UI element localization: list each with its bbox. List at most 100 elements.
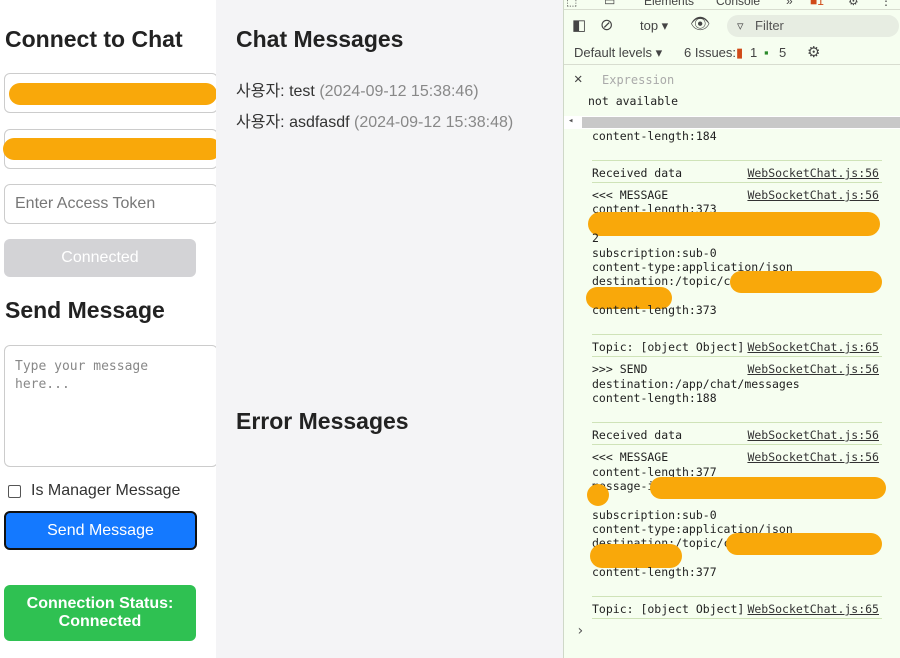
- filter-placeholder: Filter: [755, 18, 784, 33]
- filter-input[interactable]: ▿ Filter: [727, 15, 899, 37]
- log-line: content-length:377: [592, 565, 717, 579]
- connect-button[interactable]: Connected: [4, 239, 196, 277]
- levels-toolbar: Default levels ▾ 6 Issues: ▮ 1 ▪ 5 ⚙: [564, 41, 900, 65]
- context-select[interactable]: top ▾: [640, 18, 668, 34]
- log-line: >>> SEND: [592, 362, 648, 376]
- log-line: content-length:188: [592, 391, 717, 405]
- divider: [592, 182, 882, 183]
- redaction-mark: [3, 138, 221, 160]
- gear-icon[interactable]: ⚙: [848, 0, 859, 8]
- chat-title: Chat Messages: [236, 26, 404, 52]
- log-line: content-length:184: [592, 129, 717, 143]
- log-line: Received data: [592, 166, 683, 180]
- redaction-mark: [730, 271, 882, 293]
- sidebar-icon[interactable]: ◧: [572, 16, 586, 34]
- clear-icon[interactable]: ⊘: [600, 15, 613, 35]
- issue-message-count: 5: [779, 45, 787, 60]
- source-link[interactable]: WebSocketChat.js:56: [747, 362, 879, 376]
- redaction-mark: [9, 83, 217, 105]
- log-line: destination:/topic/chat: [592, 274, 752, 288]
- access-token-input[interactable]: [5, 185, 217, 223]
- expression-value: not available: [588, 94, 679, 108]
- console-prompt[interactable]: ›: [576, 623, 584, 639]
- issue-error-icon: ▮: [736, 45, 744, 60]
- horizontal-scrollbar[interactable]: ◂: [564, 116, 900, 129]
- log-line: subscription:sub-0: [592, 246, 717, 260]
- source-link[interactable]: WebSocketChat.js:56: [747, 188, 879, 202]
- source-link[interactable]: WebSocketChat.js:56: [747, 166, 879, 180]
- divider: [592, 618, 882, 619]
- redaction-mark: [587, 484, 609, 506]
- expression-input[interactable]: Expression: [602, 73, 674, 87]
- menu-icon[interactable]: ⋮: [880, 0, 892, 8]
- devtools-panel: ⬚ ▭ Elements Console » ■1 ⚙ ⋮ ◧ ⊘ top ▾ …: [563, 0, 900, 658]
- connection-status-badge: Connection Status: Connected: [4, 585, 196, 641]
- divider: [592, 596, 882, 597]
- message-timestamp: (2024-09-12 15:38:48): [354, 114, 514, 131]
- message-text: : asdfasdf: [280, 114, 350, 131]
- error-count-badge[interactable]: ■1: [810, 0, 824, 8]
- scroll-thumb[interactable]: [582, 117, 900, 128]
- send-message-button[interactable]: Send Message: [4, 511, 197, 550]
- connect-title: Connect to Chat: [5, 26, 183, 52]
- server-url-field[interactable]: [4, 73, 218, 113]
- more-tabs-icon[interactable]: »: [786, 0, 793, 8]
- inspect-icon[interactable]: ⬚: [566, 0, 577, 8]
- redaction-mark: [726, 533, 882, 555]
- tab-console[interactable]: Console: [716, 0, 760, 8]
- manager-checkbox-row[interactable]: Is Manager Message: [8, 482, 180, 500]
- log-line: Topic: [object Object]: [592, 340, 745, 354]
- console-log: content-length:184 Received data WebSock…: [564, 129, 900, 658]
- devtools-tab-bar: ⬚ ▭ Elements Console » ■1 ⚙ ⋮: [564, 0, 900, 10]
- log-line: 2: [592, 231, 599, 245]
- log-line: Received data: [592, 428, 683, 442]
- access-token-field[interactable]: [4, 184, 218, 224]
- chat-message: 사용자: asdfasdf (2024-09-12 15:38:48): [236, 108, 513, 132]
- log-line: content-length:373: [592, 303, 717, 317]
- levels-select[interactable]: Default levels ▾: [574, 45, 662, 61]
- scroll-left-icon[interactable]: ◂: [568, 116, 573, 126]
- issue-error-count: 1: [750, 45, 758, 60]
- issues-label[interactable]: 6 Issues:: [684, 45, 736, 60]
- issue-message-icon: ▪: [764, 45, 769, 60]
- source-link[interactable]: WebSocketChat.js:65: [747, 340, 879, 354]
- status-value: Connected: [58, 613, 142, 630]
- user-id-field[interactable]: [3, 129, 221, 169]
- source-link[interactable]: WebSocketChat.js:56: [747, 450, 879, 464]
- divider: [592, 160, 882, 161]
- divider: [592, 422, 882, 423]
- message-textarea[interactable]: Type your message here...: [4, 345, 218, 467]
- message-sender: 사용자: [236, 114, 281, 131]
- close-icon[interactable]: ✕: [574, 71, 582, 87]
- message-text: : test: [280, 83, 315, 100]
- source-link[interactable]: WebSocketChat.js:56: [747, 428, 879, 442]
- chat-panel: Chat Messages 사용자: test (2024-09-12 15:3…: [216, 0, 563, 658]
- send-title: Send Message: [5, 297, 165, 323]
- device-icon[interactable]: ▭: [604, 0, 615, 8]
- connection-panel: Connect to Chat Connected Send Message T…: [0, 0, 221, 658]
- redaction-mark: [588, 212, 880, 236]
- log-line: destination:/app/chat/messages: [592, 377, 800, 391]
- live-expression: ✕ Expression not available: [564, 66, 900, 116]
- eye-icon[interactable]: 👁: [690, 14, 710, 34]
- filter-icon: ▿: [737, 18, 744, 33]
- divider: [592, 444, 882, 445]
- log-line: <<< MESSAGE: [592, 188, 669, 202]
- manager-checkbox-label: Is Manager Message: [31, 482, 181, 499]
- tab-elements[interactable]: Elements: [644, 0, 694, 8]
- message-sender: 사용자: [236, 83, 281, 100]
- status-label: Connection Status:: [26, 595, 174, 612]
- divider: [592, 356, 882, 357]
- chat-message: 사용자: test (2024-09-12 15:38:46): [236, 77, 479, 101]
- settings-icon[interactable]: ⚙: [807, 43, 820, 61]
- log-line: Topic: [object Object]: [592, 602, 745, 616]
- source-link[interactable]: WebSocketChat.js:65: [747, 602, 879, 616]
- error-title: Error Messages: [236, 408, 409, 434]
- log-line: subscription:sub-0: [592, 508, 717, 522]
- log-line: <<< MESSAGE: [592, 450, 669, 464]
- divider: [592, 334, 882, 335]
- console-toolbar: ◧ ⊘ top ▾ 👁 ▿ Filter: [564, 11, 900, 41]
- manager-checkbox[interactable]: [8, 484, 21, 498]
- redaction-mark: [650, 477, 886, 499]
- message-timestamp: (2024-09-12 15:38:46): [319, 83, 479, 100]
